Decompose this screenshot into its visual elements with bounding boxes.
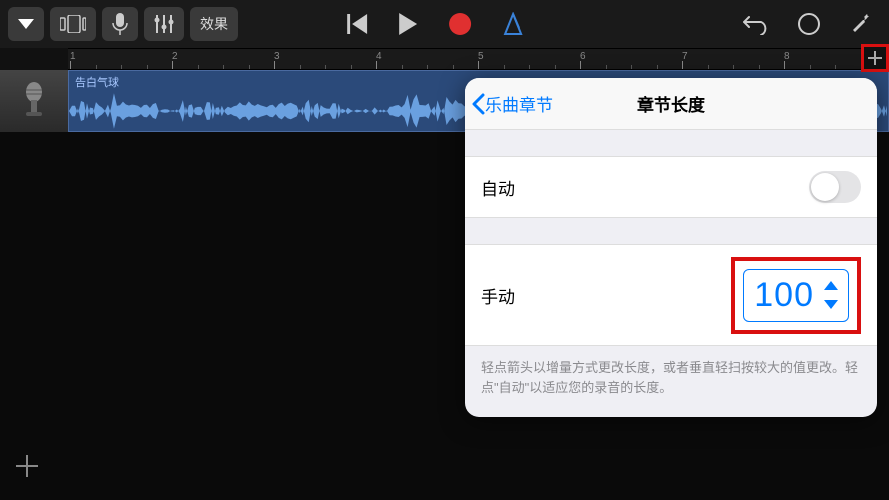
chevron-left-icon [471,93,485,115]
mic-icon [112,13,128,35]
manual-label: 手动 [481,283,515,308]
track-column [0,70,68,500]
sliders-icon [154,15,174,33]
manual-section: 手动 100 [465,244,877,346]
auto-row[interactable]: 自动 [465,157,877,217]
menu-dropdown-button[interactable] [8,7,44,41]
transport-controls [347,12,525,36]
length-stepper[interactable]: 100 [743,269,849,322]
play-icon[interactable] [399,13,419,35]
stepper-up[interactable] [824,281,838,290]
mixer-button[interactable] [144,7,184,41]
auto-switch[interactable] [809,171,861,203]
add-track-button[interactable] [14,453,40,486]
microphone-track-icon [20,82,48,122]
auto-section: 自动 [465,156,877,218]
view-icon [60,15,86,33]
hint-text: 轻点箭头以增量方式更改长度，或者垂直轻扫按较大的值更改。轻点"自动"以适应您的录… [465,346,877,417]
effects-button[interactable]: 效果 [190,7,238,41]
stepper-down[interactable] [824,300,838,309]
undo-icon[interactable] [743,13,769,35]
loop-icon[interactable] [797,12,821,36]
auto-label: 自动 [481,175,515,200]
chevron-down-icon [18,19,34,29]
timeline-ruler[interactable]: 1 2 3 4 5 6 7 8 [68,48,889,70]
toolbar-right [743,12,881,36]
metronome-icon[interactable] [501,12,525,36]
stepper-value: 100 [754,276,814,315]
view-button[interactable] [50,7,96,41]
stepper-highlight: 100 [731,257,861,334]
section-length-popover: 乐曲章节 章节长度 自动 手动 100 轻点箭头以增量方式更改长度，或者垂直轻扫… [465,78,877,417]
manual-row: 手动 100 [465,245,877,345]
plus-icon [867,50,883,66]
plus-icon [14,453,40,479]
back-button[interactable]: 乐曲章节 [465,91,553,116]
record-button[interactable] [449,13,471,35]
track-header[interactable] [0,70,68,132]
add-section-button[interactable] [861,44,889,72]
mic-button[interactable] [102,7,138,41]
back-label: 乐曲章节 [485,91,553,116]
popover-header: 乐曲章节 章节长度 [465,78,877,130]
settings-wrench-icon[interactable] [849,12,871,36]
rewind-icon[interactable] [347,14,369,34]
stepper-arrows [824,281,838,309]
toolbar: 效果 [0,0,889,48]
